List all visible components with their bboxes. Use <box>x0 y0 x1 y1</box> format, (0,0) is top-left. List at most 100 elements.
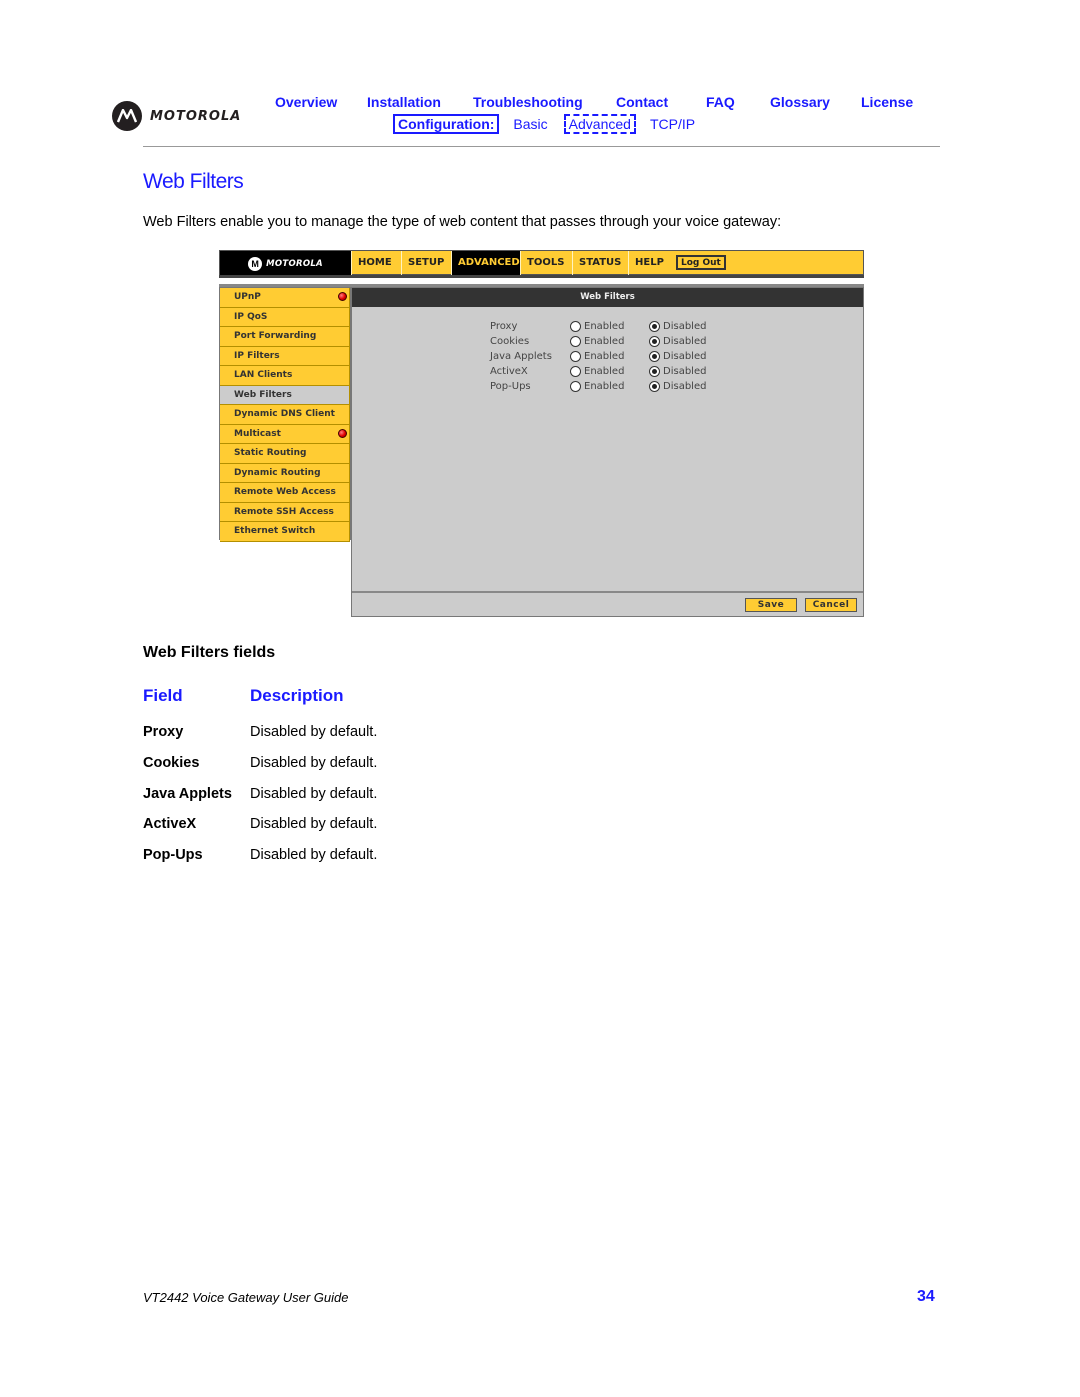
shot-brand: MOTOROLA <box>266 258 323 269</box>
sidebar-item-multicast[interactable]: Multicast <box>220 424 350 444</box>
page-number: 34 <box>917 1288 935 1305</box>
sidebar-item-label: IP Filters <box>234 350 280 361</box>
field-description: Disabled by default. <box>250 847 378 863</box>
activex-disabled-radio[interactable]: Disabled <box>649 366 706 377</box>
cookies-enabled-radio[interactable]: Enabled <box>570 336 649 347</box>
setting-label: Pop-Ups <box>490 381 531 392</box>
sidebar-item-label: IP QoS <box>234 311 268 322</box>
header-divider <box>143 146 940 147</box>
sidebar-item-static-routing[interactable]: Static Routing <box>220 444 350 464</box>
option-label: Disabled <box>663 381 707 392</box>
fields-heading: Web Filters fields <box>143 644 276 661</box>
radio-icon <box>570 351 581 362</box>
sidebar-item-web-filters[interactable]: Web Filters <box>220 385 350 405</box>
radio-selected-icon <box>649 351 660 362</box>
sidebar-item-label: LAN Clients <box>234 370 293 380</box>
pop-ups-enabled-radio[interactable]: Enabled <box>570 381 649 392</box>
proxy-enabled-radio[interactable]: Enabled <box>570 321 649 332</box>
intro-paragraph: Web Filters enable you to manage the typ… <box>143 214 782 230</box>
brand-name: MOTOROLA <box>150 108 242 124</box>
tab-setup[interactable]: SETUP <box>401 251 451 276</box>
sidebar-item-remote-web-access[interactable]: Remote Web Access <box>220 483 350 503</box>
cookies-disabled-radio[interactable]: Disabled <box>649 336 706 347</box>
nav-glossary[interactable]: Glossary <box>770 94 830 110</box>
field-description: Disabled by default. <box>250 755 378 771</box>
nav-overview[interactable]: Overview <box>275 94 337 110</box>
sidebar-item-label: Port Forwarding <box>234 331 317 341</box>
shot-tabs: HOME SETUP ADVANCED TOOLS STATUS HELP Lo… <box>351 251 726 276</box>
tab-advanced[interactable]: ADVANCED <box>451 251 520 276</box>
logout-button[interactable]: Log Out <box>676 255 726 270</box>
radio-selected-icon <box>649 336 660 347</box>
sidebar-item-label: Static Routing <box>234 448 307 458</box>
sidebar-item-ethernet-switch[interactable]: Ethernet Switch <box>220 522 350 542</box>
setting-label: ActiveX <box>490 366 528 377</box>
subnav-basic[interactable]: Basic <box>513 116 547 132</box>
setting-row-java-applets: Java Applets Enabled Disabled <box>490 351 706 362</box>
configuration-label: Configuration: <box>393 114 500 134</box>
config-subnav: Configuration: Basic Advanced TCP/IP <box>393 114 695 134</box>
setting-label: Java Applets <box>490 351 552 362</box>
radio-selected-icon <box>649 366 660 377</box>
option-label: Enabled <box>584 351 625 362</box>
setting-label: Proxy <box>490 321 518 332</box>
shot-sidebar: UPnP IP QoS Port Forwarding IP Filters L… <box>219 287 351 542</box>
motorola-logo: MOTOROLA <box>112 101 241 131</box>
setting-row-pop-ups: Pop-Ups Enabled Disabled <box>490 381 706 392</box>
radio-icon <box>570 336 581 347</box>
field-description: Disabled by default. <box>250 724 378 740</box>
tab-home[interactable]: HOME <box>351 251 401 276</box>
proxy-disabled-radio[interactable]: Disabled <box>649 321 706 332</box>
motorola-batwing-icon: M <box>248 256 263 271</box>
cancel-button[interactable]: Cancel <box>805 598 857 612</box>
option-label: Enabled <box>584 336 625 347</box>
pop-ups-disabled-radio[interactable]: Disabled <box>649 381 706 392</box>
field-name: Cookies <box>143 755 200 771</box>
setting-row-activex: ActiveX Enabled Disabled <box>490 366 706 377</box>
shot-top-bar: M MOTOROLA HOME SETUP ADVANCED TOOLS STA… <box>219 250 864 276</box>
tab-help[interactable]: HELP <box>628 251 670 276</box>
alert-indicator-icon <box>338 428 347 438</box>
field-description: Disabled by default. <box>250 786 378 802</box>
nav-contact[interactable]: Contact <box>616 94 668 110</box>
tab-status[interactable]: STATUS <box>572 251 628 276</box>
column-header-field: Field <box>143 686 183 705</box>
column-header-description: Description <box>250 686 344 705</box>
tab-tools[interactable]: TOOLS <box>520 251 572 276</box>
sidebar-item-upnp[interactable]: UPnP <box>220 288 350 308</box>
nav-faq[interactable]: FAQ <box>706 94 735 110</box>
save-button[interactable]: Save <box>745 598 797 612</box>
nav-troubleshooting[interactable]: Troubleshooting <box>473 94 583 110</box>
motorola-batwing-icon <box>112 101 142 131</box>
alert-indicator-icon <box>338 292 347 301</box>
option-label: Enabled <box>584 381 625 392</box>
sidebar-item-lan-clients[interactable]: LAN Clients <box>220 366 350 386</box>
java-applets-enabled-radio[interactable]: Enabled <box>570 351 649 362</box>
sidebar-item-label: Web Filters <box>234 389 292 400</box>
sidebar-item-remote-ssh-access[interactable]: Remote SSH Access <box>220 502 350 522</box>
subnav-advanced[interactable]: Advanced <box>563 114 636 134</box>
sidebar-item-dynamic-dns-client[interactable]: Dynamic DNS Client <box>220 405 350 425</box>
shot-divider-strip <box>219 275 864 287</box>
java-applets-disabled-radio[interactable]: Disabled <box>649 351 706 362</box>
field-name: Java Applets <box>143 786 232 802</box>
sidebar-item-ip-filters[interactable]: IP Filters <box>220 346 350 366</box>
subnav-tcpip[interactable]: TCP/IP <box>650 116 695 132</box>
sidebar-item-label: Remote SSH Access <box>234 506 334 517</box>
nav-license[interactable]: License <box>861 94 913 110</box>
activex-enabled-radio[interactable]: Enabled <box>570 366 649 377</box>
page-title: Web Filters <box>143 170 244 193</box>
sidebar-item-label: Ethernet Switch <box>234 526 316 536</box>
sidebar-item-label: Remote Web Access <box>234 487 336 497</box>
sidebar-item-ip-qos[interactable]: IP QoS <box>220 307 350 327</box>
shot-logo: M MOTOROLA <box>220 251 351 276</box>
option-label: Disabled <box>663 366 707 377</box>
setting-row-proxy: Proxy Enabled Disabled <box>490 321 706 332</box>
setting-row-cookies: Cookies Enabled Disabled <box>490 336 706 347</box>
sidebar-item-port-forwarding[interactable]: Port Forwarding <box>220 327 350 347</box>
document-title: VT2442 Voice Gateway User Guide <box>143 1290 349 1305</box>
sidebar-item-label: Dynamic Routing <box>234 467 321 478</box>
sidebar-item-dynamic-routing[interactable]: Dynamic Routing <box>220 463 350 483</box>
nav-installation[interactable]: Installation <box>367 94 441 110</box>
option-label: Disabled <box>663 321 707 332</box>
